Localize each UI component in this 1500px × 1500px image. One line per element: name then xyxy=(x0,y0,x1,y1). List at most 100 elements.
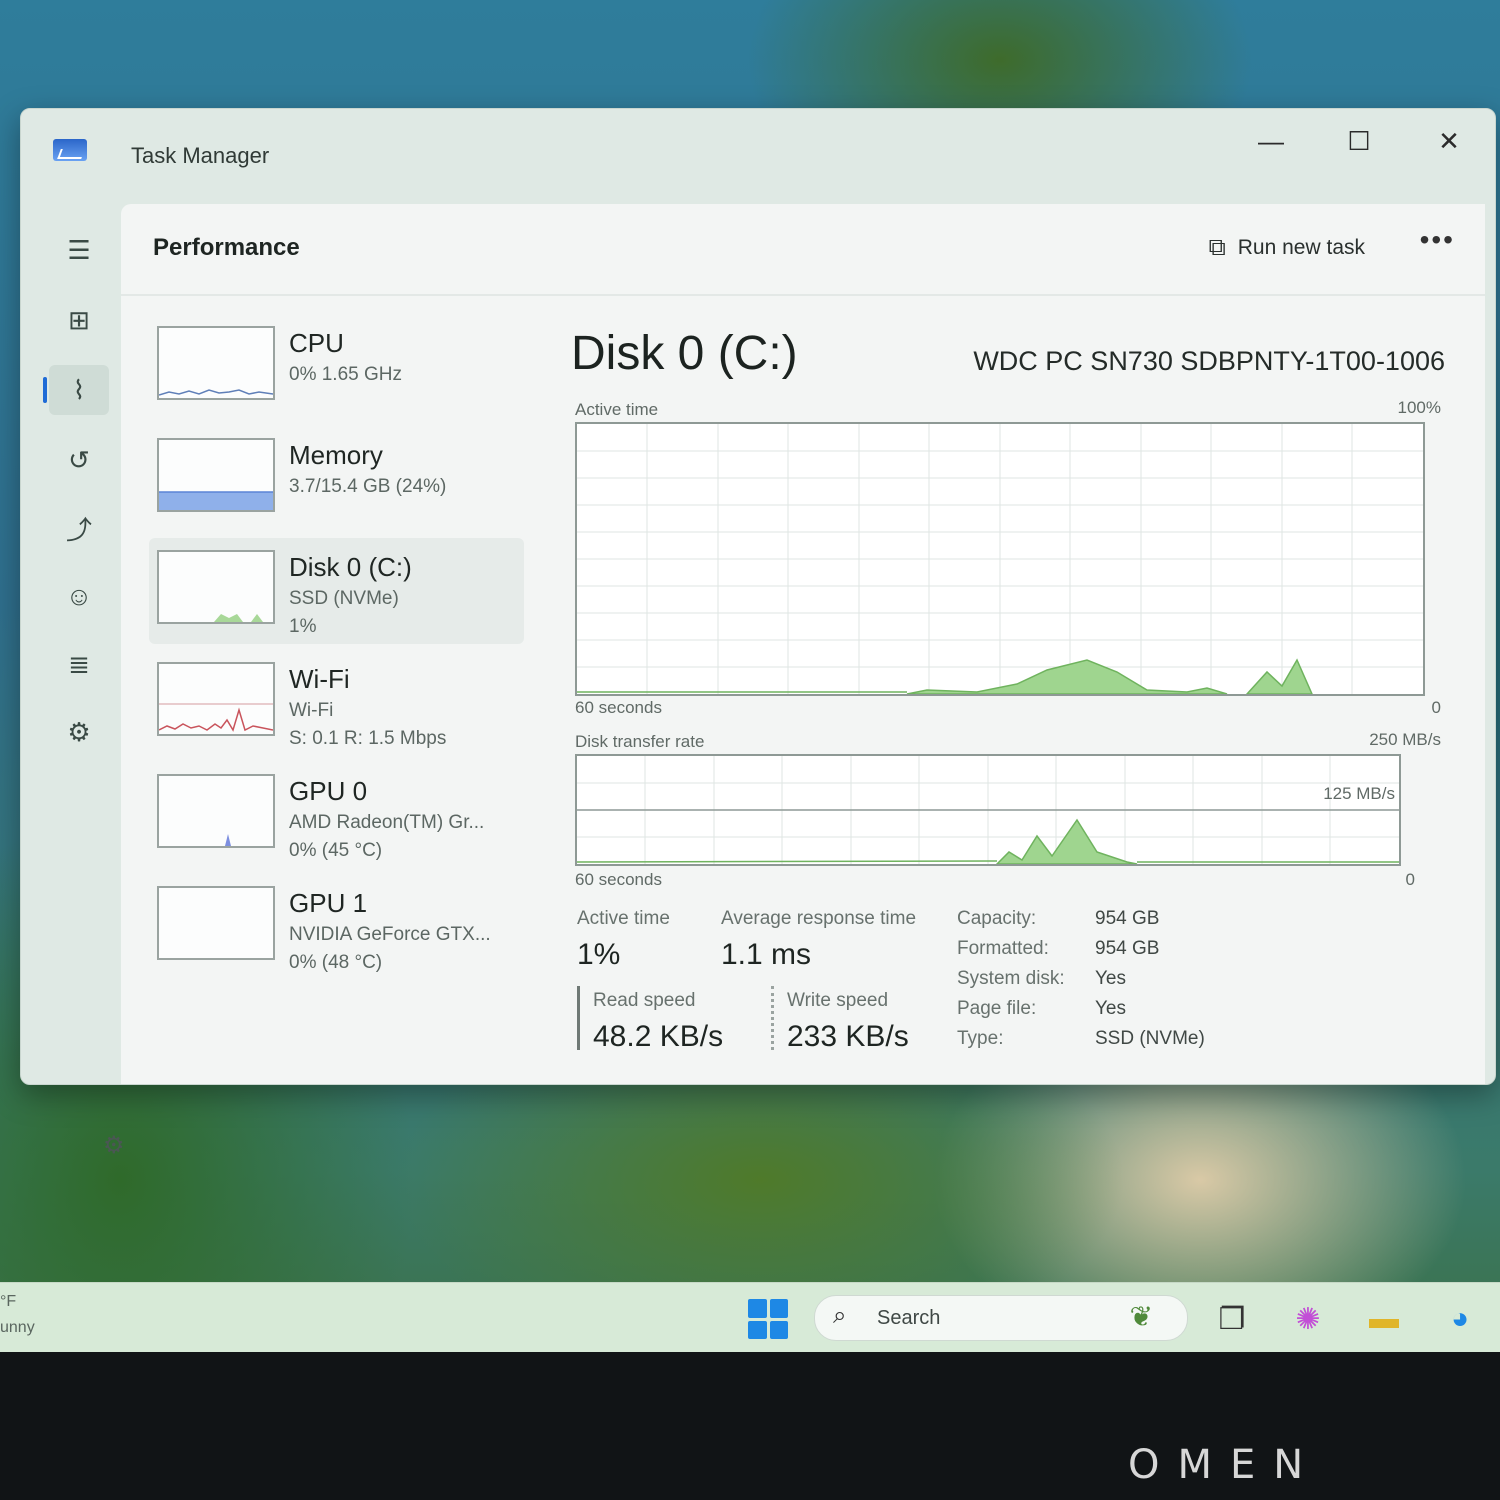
start-button-windows-icon[interactable] xyxy=(748,1299,788,1339)
device-stat: 0% 1.65 GHz xyxy=(289,364,402,385)
run-task-icon: ⧉ xyxy=(1208,234,1226,261)
property-key: Formatted: xyxy=(957,938,1049,959)
memory-thumbnail-graph xyxy=(157,438,275,512)
copilot-icon[interactable]: ✺ xyxy=(1286,1297,1330,1341)
hamburger-menu-icon[interactable]: ☰ xyxy=(49,225,109,275)
device-item-cpu[interactable]: CPU 0% 1.65 GHz xyxy=(149,314,524,420)
cpu-thumbnail-graph xyxy=(157,326,275,400)
performance-panel: Performance ⧉ Run new task ••• CPU 0% 1.… xyxy=(121,204,1485,1084)
run-new-task-button[interactable]: ⧉ Run new task xyxy=(1209,228,1365,268)
active-time-graph-label: Active time xyxy=(575,400,659,419)
device-name: GPU 1 xyxy=(289,888,368,918)
avg-response-value: 1.1 ms xyxy=(721,938,812,971)
active-nav-indicator xyxy=(43,377,47,403)
edge-icon[interactable]: ◕ xyxy=(1438,1297,1482,1341)
transfer-rate-graph-x-left: 60 seconds xyxy=(575,870,662,889)
device-type: SSD (NVMe) xyxy=(289,588,399,609)
read-speed-indicator xyxy=(577,986,580,1050)
device-model: AMD Radeon(TM) Gr... xyxy=(289,812,485,833)
device-usage: 1% xyxy=(289,616,317,637)
device-item-gpu0[interactable]: GPU 0 AMD Radeon(TM) Gr... 0% (45 °C) xyxy=(149,762,524,868)
weather-condition[interactable]: unny xyxy=(0,1319,35,1337)
users-icon[interactable]: ☺ xyxy=(49,571,109,621)
property-value: Yes xyxy=(1095,998,1126,1019)
write-speed-value: 233 KB/s xyxy=(787,1020,909,1053)
device-name: CPU xyxy=(289,328,344,358)
active-time-stat-value: 1% xyxy=(577,938,621,971)
app-history-icon[interactable]: ↺ xyxy=(49,435,109,485)
device-name: GPU 0 xyxy=(289,776,368,806)
disk-thumbnail-graph xyxy=(157,550,275,624)
property-value: 954 GB xyxy=(1095,938,1160,959)
device-name: Wi-Fi xyxy=(289,664,350,694)
property-key: Page file: xyxy=(957,998,1037,1019)
wifi-thumbnail-graph xyxy=(157,662,275,736)
property-value: 954 GB xyxy=(1095,908,1160,929)
property-key: Capacity: xyxy=(957,908,1037,929)
device-name: Disk 0 (C:) xyxy=(289,552,412,582)
details-icon[interactable]: ≣ xyxy=(49,639,109,689)
transfer-rate-graph: 125 MB/s xyxy=(575,754,1401,866)
write-speed-indicator xyxy=(771,986,777,1050)
device-stat: 3.7/15.4 GB (24%) xyxy=(289,476,447,497)
transfer-rate-graph-label: Disk transfer rate xyxy=(575,732,705,751)
property-value: Yes xyxy=(1095,968,1126,989)
active-time-graph-max: 100% xyxy=(1397,398,1441,417)
maximize-button[interactable]: ☐ xyxy=(1329,121,1389,161)
device-model: NVIDIA GeForce GTX... xyxy=(289,924,491,945)
weather-temperature[interactable]: °F xyxy=(0,1293,16,1311)
device-item-disk0[interactable]: Disk 0 (C:) SSD (NVMe) 1% xyxy=(149,538,524,644)
active-time-graph xyxy=(575,422,1425,696)
device-list: CPU 0% 1.65 GHz Memory 3.7/15.4 GB (24%) xyxy=(149,314,524,986)
window-title: Task Manager xyxy=(131,143,270,168)
search-highlight-plant-icon: ❦ xyxy=(1129,1301,1153,1332)
taskbar-search-box[interactable]: ⌕ Search ❦ xyxy=(814,1295,1188,1341)
task-manager-app-icon xyxy=(53,139,87,161)
page-title: Performance xyxy=(153,234,300,261)
performance-icon[interactable]: ⌇ xyxy=(49,365,109,415)
active-time-graph-x-right: 0 xyxy=(1431,698,1441,717)
search-placeholder: Search xyxy=(877,1307,941,1329)
write-speed-label: Write speed xyxy=(787,990,889,1011)
active-time-stat-label: Active time xyxy=(577,908,670,929)
services-icon[interactable]: ⚙ xyxy=(49,707,109,757)
gpu0-thumbnail-graph xyxy=(157,774,275,848)
read-speed-label: Read speed xyxy=(593,990,696,1011)
settings-gear-icon[interactable]: ⚙ xyxy=(103,1131,125,1160)
property-key: Type: xyxy=(957,1028,1004,1049)
active-time-graph-x-left: 60 seconds xyxy=(575,698,662,717)
device-name: Memory xyxy=(289,440,383,470)
device-item-memory[interactable]: Memory 3.7/15.4 GB (24%) xyxy=(149,426,524,532)
property-key: System disk: xyxy=(957,968,1065,989)
property-value: SSD (NVMe) xyxy=(1095,1028,1205,1049)
processes-icon[interactable]: ⊞ xyxy=(49,295,109,345)
startup-apps-icon[interactable]: ⤴ xyxy=(49,503,109,553)
device-item-gpu1[interactable]: GPU 1 NVIDIA GeForce GTX... 0% (48 °C) xyxy=(149,874,524,980)
minimize-button[interactable]: — xyxy=(1241,121,1301,161)
title-bar[interactable]: Task Manager — ☐ ✕ xyxy=(21,109,1495,201)
gpu1-thumbnail-graph xyxy=(157,886,275,960)
read-speed-value: 48.2 KB/s xyxy=(593,1020,724,1053)
taskbar: °F unny ⌕ Search ❦ ❐ ✺ ▬ ◕ xyxy=(0,1282,1500,1353)
laptop-brand-logo: OMEN xyxy=(1128,1442,1322,1488)
run-new-task-label: Run new task xyxy=(1237,236,1365,259)
panel-header: Performance ⧉ Run new task ••• xyxy=(121,204,1485,296)
device-usage-temp: 0% (45 °C) xyxy=(289,840,383,861)
close-button[interactable]: ✕ xyxy=(1419,121,1479,161)
avg-response-label: Average response time xyxy=(721,908,917,929)
device-adapter: Wi-Fi xyxy=(289,700,334,721)
search-icon: ⌕ xyxy=(833,1302,847,1329)
device-usage-temp: 0% (48 °C) xyxy=(289,952,383,973)
left-navigation: ☰ ⊞ ⌇ ↺ ⤴ ☺ ≣ ⚙ ⚙ xyxy=(21,201,125,1159)
disk-model: WDC PC SN730 SDBPNTY-1T00-1006 xyxy=(973,346,1445,376)
task-manager-window: Task Manager — ☐ ✕ ☰ ⊞ ⌇ ↺ ⤴ ☺ ≣ ⚙ ⚙ Per… xyxy=(20,108,1496,1159)
disk-title: Disk 0 (C:) xyxy=(571,327,798,380)
file-explorer-icon[interactable]: ▬ xyxy=(1362,1297,1406,1341)
transfer-rate-graph-x-right: 0 xyxy=(1405,870,1415,889)
transfer-rate-graph-mid: 125 MB/s xyxy=(1323,784,1395,803)
more-options-button[interactable]: ••• xyxy=(1420,224,1455,256)
transfer-rate-graph-max: 250 MB/s xyxy=(1369,730,1441,749)
device-throughput: S: 0.1 R: 1.5 Mbps xyxy=(289,728,447,749)
device-item-wifi[interactable]: Wi-Fi Wi-Fi S: 0.1 R: 1.5 Mbps xyxy=(149,650,524,756)
task-view-icon[interactable]: ❐ xyxy=(1210,1297,1254,1341)
